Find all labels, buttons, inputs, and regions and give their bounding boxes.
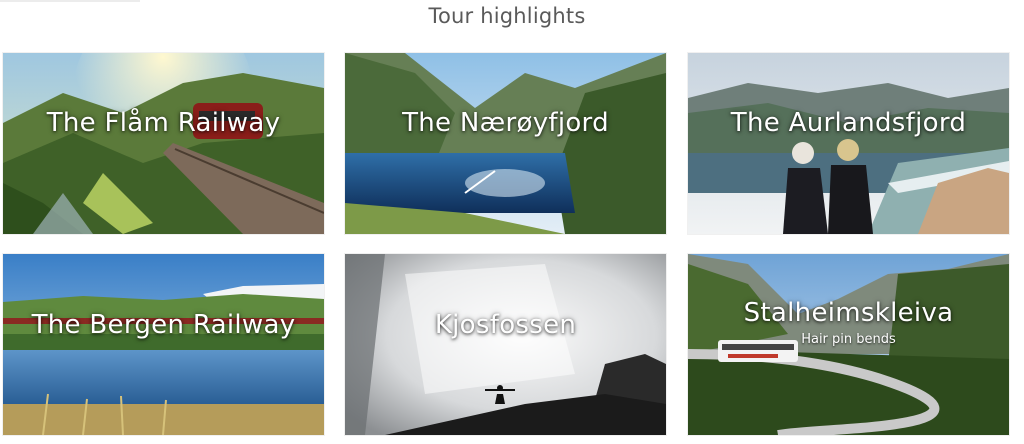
highlight-tile-bergen-railway[interactable]: The Bergen Railway xyxy=(3,254,324,435)
highlight-tile-flam-railway[interactable]: The Flåm Railway xyxy=(3,53,324,234)
flam-railway-image xyxy=(3,53,324,234)
highlights-grid: The Flåm Railway The Nærøyfjord The Aurl… xyxy=(0,0,1024,444)
kjosfossen-image xyxy=(345,254,666,435)
aurlandsfjord-image xyxy=(688,53,1009,234)
naeroyfjord-image xyxy=(345,53,666,234)
highlight-tile-naeroyfjord[interactable]: The Nærøyfjord xyxy=(345,53,666,234)
tile-title: The Nærøyfjord xyxy=(402,108,609,138)
tile-title: The Aurlandsfjord xyxy=(730,108,967,138)
tile-subtitle: Hair pin bends xyxy=(801,332,896,347)
highlight-tile-kjosfossen[interactable]: Kjosfossen xyxy=(345,254,666,435)
highlight-tile-stalheimskleiva[interactable]: Stalheimskleiva Hair pin bends xyxy=(688,254,1009,435)
bergen-railway-image xyxy=(3,254,324,435)
tile-title: Stalheimskleiva xyxy=(743,298,954,328)
tile-title: Kjosfossen xyxy=(434,310,577,340)
highlight-tile-aurlandsfjord[interactable]: The Aurlandsfjord xyxy=(688,53,1009,234)
tile-title: The Flåm Railway xyxy=(46,108,281,138)
tile-title: The Bergen Railway xyxy=(31,310,296,340)
